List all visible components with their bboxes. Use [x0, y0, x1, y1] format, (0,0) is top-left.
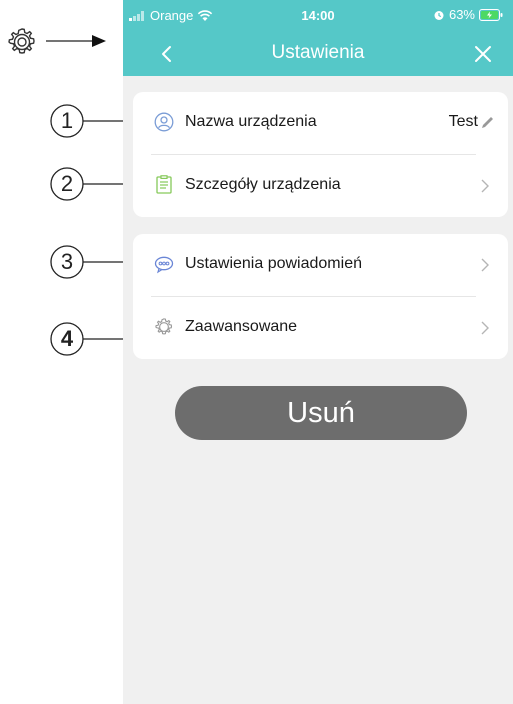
annotation-number: 1	[60, 108, 74, 133]
device-name-row[interactable]: Nazwa urządzenia Test	[133, 92, 508, 154]
device-details-label: Szczegóły urządzenia	[185, 176, 341, 193]
chat-bubble-icon	[154, 256, 174, 274]
status-bar: Orange 14:00 63%	[123, 0, 513, 30]
device-name-label: Nazwa urządzenia	[185, 113, 317, 130]
annotation-gear-icon	[8, 28, 35, 54]
notification-settings-row[interactable]: Ustawienia powiadomień	[133, 234, 508, 296]
pencil-icon[interactable]	[480, 116, 494, 130]
chevron-right-icon	[481, 321, 489, 335]
battery-percent: 63%	[448, 7, 475, 22]
battery-icon	[479, 8, 503, 21]
device-details-row[interactable]: Szczegóły urządzenia	[133, 155, 508, 217]
status-right: 63%	[433, 7, 503, 22]
delete-device-button[interactable]: Usuń	[175, 386, 467, 440]
user-icon	[154, 112, 174, 132]
settings-card-device: Nazwa urządzenia Test Szczegóły urządzen…	[133, 92, 508, 217]
annotation-number: 3	[60, 249, 74, 274]
notification-settings-label: Ustawienia powiadomień	[185, 255, 362, 272]
annotation-number: 2	[60, 171, 74, 196]
device-name-value: Test	[448, 113, 478, 130]
annotation-arrow	[46, 35, 106, 47]
gear-icon	[155, 318, 173, 335]
annotation-number: 4	[60, 326, 74, 351]
settings-card-more: Ustawienia powiadomień Zaawansowane	[133, 234, 508, 359]
chevron-right-icon	[481, 258, 489, 272]
advanced-row[interactable]: Zaawansowane	[133, 297, 508, 359]
nav-bar: Ustawienia	[123, 30, 513, 76]
page-title: Ustawienia	[271, 42, 365, 63]
phone-screen: Orange 14:00 63% Ustawienia Nazwa urządz…	[123, 0, 513, 704]
document-icon	[156, 175, 172, 194]
close-icon[interactable]	[473, 44, 493, 64]
alarm-icon	[434, 10, 444, 20]
advanced-label: Zaawansowane	[185, 318, 298, 335]
chevron-right-icon	[481, 179, 489, 193]
